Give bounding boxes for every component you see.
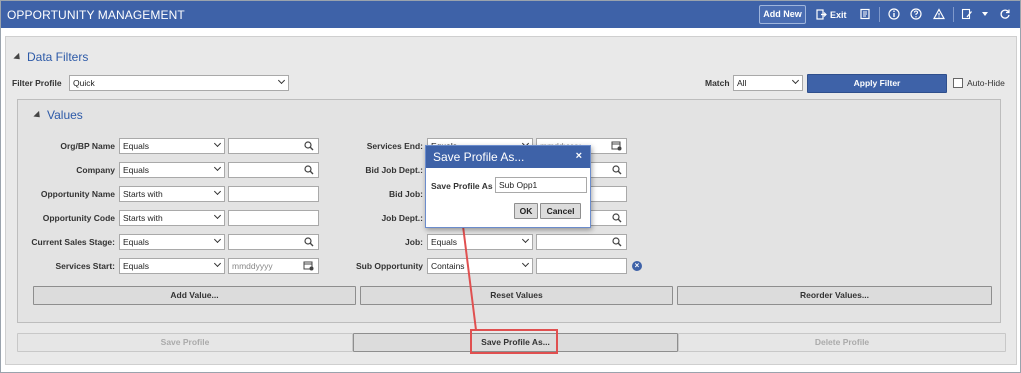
ok-button[interactable]: OK (514, 203, 538, 219)
dialog-header: Save Profile As... × (426, 146, 590, 168)
profile-name-value: Sub Opp1 (499, 180, 538, 190)
dialog-title: Save Profile As... (433, 150, 525, 164)
cancel-button[interactable]: Cancel (540, 203, 581, 219)
profile-name-label: Save Profile As (431, 181, 493, 191)
close-icon[interactable]: × (576, 150, 582, 162)
save-profile-as-dialog: Save Profile As... × Save Profile As Sub… (425, 145, 591, 228)
profile-name-input[interactable]: Sub Opp1 (495, 177, 587, 193)
